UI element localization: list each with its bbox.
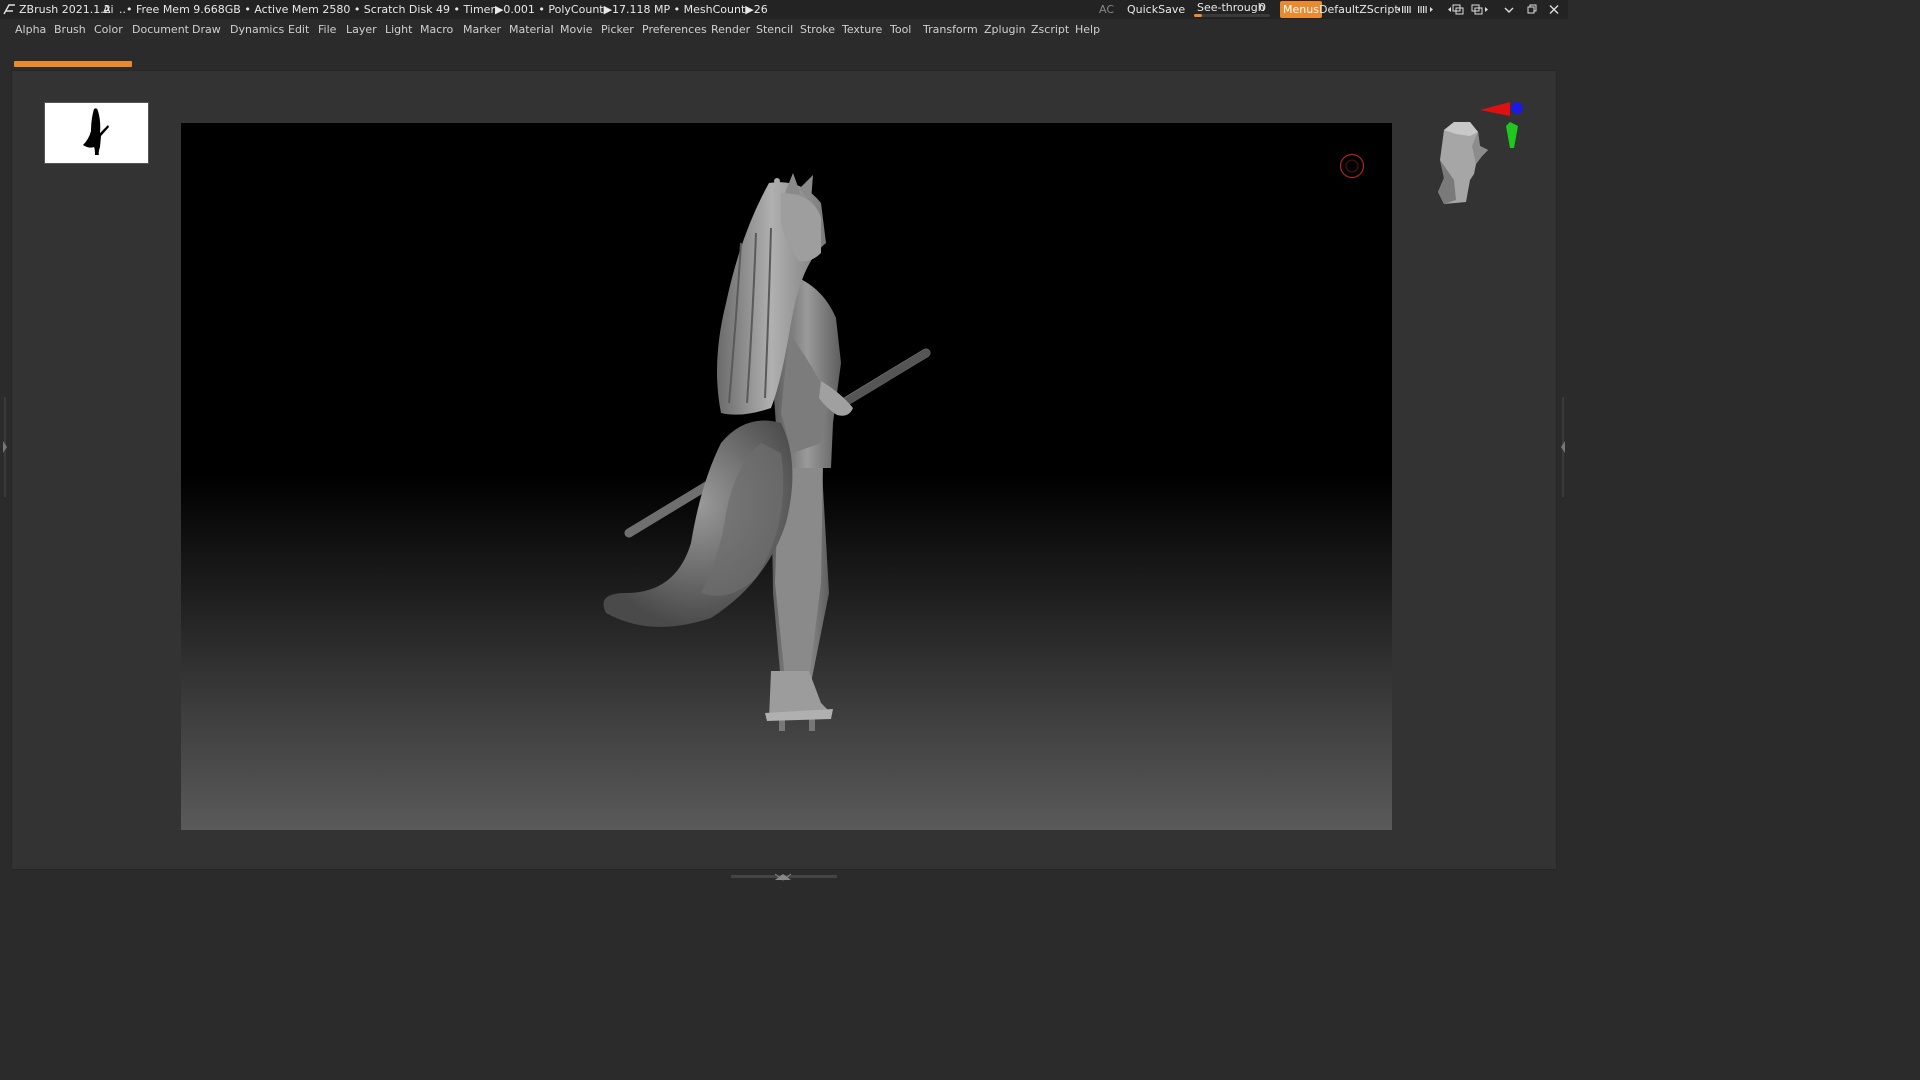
menu-picker[interactable]: Picker [601, 19, 634, 41]
menu-transform[interactable]: Transform [923, 19, 978, 41]
title-bar: ZBrush 2021.1.2 Ai ..• Free Mem 9.668GB … [0, 0, 1568, 19]
memory-stats: ..• Free Mem 9.668GB • Active Mem 2580 •… [119, 3, 768, 16]
quicksave-button[interactable]: QuickSave [1127, 0, 1185, 19]
see-through-slider[interactable]: See-through 0 [1194, 0, 1270, 19]
right-tray-handle[interactable] [1560, 397, 1566, 497]
dock-icon[interactable] [1446, 0, 1466, 19]
bottom-tray-handle[interactable] [731, 873, 837, 881]
canvas-viewport[interactable] [181, 123, 1392, 830]
zbrush-logo-icon [3, 4, 15, 15]
menu-draw[interactable]: Draw [192, 19, 221, 41]
brush-cursor-icon [1339, 153, 1365, 179]
silhouette-icon [83, 108, 109, 155]
menu-brush[interactable]: Brush [54, 19, 86, 41]
menu-document[interactable]: Document [132, 19, 189, 41]
menu-zscript[interactable]: Zscript [1031, 19, 1069, 41]
menu-material[interactable]: Material [509, 19, 554, 41]
menu-layer[interactable]: Layer [346, 19, 377, 41]
head-gizmo-icon [1438, 102, 1523, 204]
undock-icon[interactable] [1470, 0, 1490, 19]
menu-edit[interactable]: Edit [288, 19, 309, 41]
see-through-track [1194, 14, 1270, 17]
menu-alpha[interactable]: Alpha [15, 19, 46, 41]
ac-button[interactable]: AC [1099, 0, 1114, 19]
ai-label[interactable]: Ai [103, 0, 114, 19]
progress-bar [14, 61, 132, 67]
minimize-icon[interactable] [1502, 0, 1516, 19]
close-icon[interactable] [1547, 0, 1561, 19]
menu-stroke[interactable]: Stroke [800, 19, 835, 41]
menu-color[interactable]: Color [94, 19, 123, 41]
menu-preferences[interactable]: Preferences [642, 19, 707, 41]
menus-toggle-button[interactable]: Menus [1280, 1, 1322, 18]
menu-help[interactable]: Help [1075, 19, 1100, 41]
fox-girl-sculpt [603, 173, 931, 731]
layout-next-icon[interactable] [1417, 0, 1435, 19]
menu-marker[interactable]: Marker [463, 19, 501, 41]
default-zscript-button[interactable]: DefaultZScript [1319, 0, 1399, 19]
layout-prev-icon[interactable] [1395, 0, 1413, 19]
navigation-cube[interactable] [1430, 100, 1530, 210]
menu-texture[interactable]: Texture [842, 19, 882, 41]
menu-dynamics[interactable]: Dynamics [230, 19, 284, 41]
app-title: ZBrush 2021.1.2 [19, 3, 111, 16]
thumbnail-navigator[interactable] [44, 102, 149, 164]
menu-file[interactable]: File [318, 19, 336, 41]
main-menu-bar: Alpha Brush Color Document Draw Dynamics… [0, 19, 1568, 41]
menu-macro[interactable]: Macro [420, 19, 453, 41]
menu-stencil[interactable]: Stencil [756, 19, 793, 41]
menu-movie[interactable]: Movie [560, 19, 593, 41]
menu-zplugin[interactable]: Zplugin [984, 19, 1026, 41]
menu-render[interactable]: Render [711, 19, 750, 41]
see-through-fill [1194, 14, 1202, 17]
left-tray-handle[interactable] [2, 397, 8, 497]
menu-tool[interactable]: Tool [890, 19, 911, 41]
restore-icon[interactable] [1525, 0, 1539, 19]
menu-light[interactable]: Light [385, 19, 412, 41]
